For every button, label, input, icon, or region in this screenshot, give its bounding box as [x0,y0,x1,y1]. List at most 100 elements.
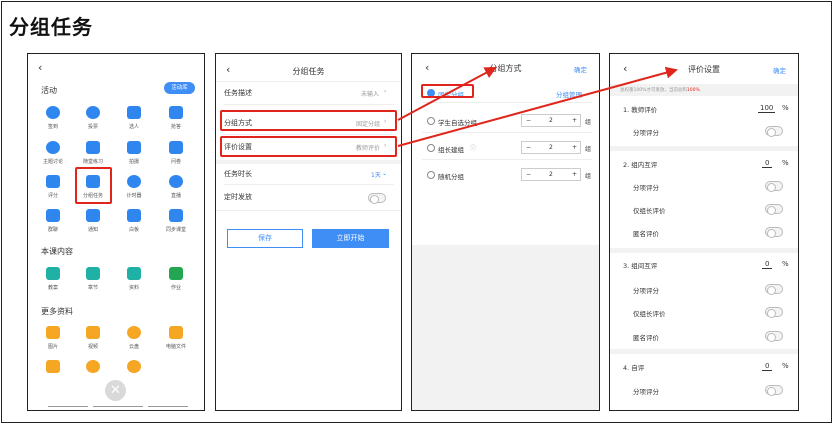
grid-item-search[interactable] [114,360,154,373]
whiteboard-icon [127,209,141,222]
play-icon [169,175,183,188]
note-icon [46,360,60,373]
grid-item-vote[interactable]: 投票 [73,106,113,130]
grid-item-group-chat[interactable]: 群聊 [33,209,73,233]
section-activities: 活动 [41,86,57,95]
pct-sign: % [782,260,789,268]
random-stepper[interactable]: −2 + [521,168,581,181]
section-lesson-content: 本课内容 [41,247,73,256]
pick-person-icon [127,106,141,119]
row-scheduled-label: 定时发放 [224,193,252,201]
leader-only-toggle[interactable] [765,307,783,318]
divider [422,102,592,103]
grid-item-image[interactable]: 图片 [33,326,73,350]
option-leader-build-label: 组长建组 [438,146,464,154]
close-button[interactable]: ✕ [105,380,126,401]
grid-item-video[interactable]: 视频 [73,326,113,350]
intra-pct-input[interactable]: 0 [762,159,773,168]
grid-item-notice[interactable]: 通知 [73,209,113,233]
option-random-label: 随机分组 [438,173,464,181]
weight-note: 总权重100%才可发放，当前总和100% [620,88,700,93]
sync-class-icon [169,209,183,222]
grid-item-sync-class[interactable]: 同步课堂 [156,209,196,233]
scheduled-toggle[interactable] [368,193,386,204]
anonymous-toggle[interactable] [765,331,783,342]
save-button[interactable]: 保存 [227,229,303,248]
phone-evaluation-settings: ‹ 评价设置 确定 总权重100%才可发放，当前总和100% 1. 教师评价 1… [609,53,799,411]
radio-leader-build[interactable] [427,144,435,152]
grid-item-materials[interactable]: 资料 [114,267,154,291]
confirm-button[interactable]: 确定 [773,65,786,75]
inter-pct-input[interactable]: 0 [762,260,773,269]
radio-random[interactable] [427,171,435,179]
grid-item-note[interactable] [33,360,73,373]
grid-item-chapter[interactable]: 章节 [73,267,113,291]
self-select-stepper[interactable]: −2 + [521,114,581,127]
group-intra-label: 2. 组内互评 [623,161,658,169]
folder-icon [127,267,141,280]
grid-item-survey[interactable]: 问卷 [156,141,196,165]
teacher-pct-input[interactable]: 100 [758,104,776,113]
home-indicator [148,406,188,407]
grid-item-score[interactable]: 评分 [33,175,73,199]
highlight-fixed-group [421,84,474,98]
grid-item-camera[interactable]: 拍摄 [114,141,154,165]
unit-label: 组 [585,146,592,153]
checkin-icon [46,106,60,119]
activity-library-button[interactable]: 活动库 [164,82,195,94]
divider [216,81,401,82]
grid-item-practice[interactable]: 随堂练习 [73,141,113,165]
grid-item-homework[interactable]: 作业 [156,267,196,291]
confirm-button[interactable]: 确定 [574,64,587,74]
survey-icon [169,141,183,154]
group-inter-label: 3. 组间互评 [623,262,658,270]
start-now-button[interactable]: 立即开始 [312,229,389,248]
speaker-icon [86,209,100,222]
grid-item-link[interactable] [73,360,113,373]
row-task-description-label: 任务描述 [224,89,252,97]
row-task-description-value[interactable]: 未输入 [361,89,379,98]
section-more-materials: 更多资料 [41,307,73,316]
grid-item-lesson-plan[interactable]: 教案 [33,267,73,291]
video-icon [86,326,100,339]
radio-self-select[interactable] [427,117,435,125]
grid-item-live[interactable]: 直播 [156,175,196,199]
timer-icon [127,175,141,188]
search-icon [127,360,141,373]
grid-item-cloud[interactable]: 云盘 [114,326,154,350]
leader-only-toggle[interactable] [765,204,783,215]
item-score-toggle[interactable] [765,385,783,396]
sub-item-label: 分项评分 [633,129,659,137]
divider [224,104,394,105]
option-self-select-label: 学生自选分组 [438,119,477,127]
item-score-toggle[interactable] [765,181,783,192]
self-pct-input[interactable]: 0 [762,362,773,371]
divider [422,159,592,160]
grid-item-checkin[interactable]: 签到 [33,106,73,130]
info-icon[interactable]: ⓘ [470,143,476,152]
grid-item-computer-file[interactable]: 电脑文件 [156,326,196,350]
microphone-icon [169,106,183,119]
grid-item-pick[interactable]: 选人 [114,106,154,130]
item-score-toggle[interactable] [765,126,783,137]
grid-item-whiteboard[interactable]: 白板 [114,209,154,233]
item-score-toggle[interactable] [765,284,783,295]
score-icon [46,175,60,188]
sub-item-label: 分项评分 [633,287,659,295]
chevron-down-icon: ⌄ [382,170,388,177]
anonymous-toggle[interactable] [765,227,783,238]
divider [224,184,394,185]
grid-item-discussion[interactable]: 主题讨论 [33,141,73,165]
highlight-group-task [75,167,112,204]
group-manage-link[interactable]: 分组管理 [556,89,582,99]
homework-icon [169,267,183,280]
chat-bubble-icon [46,141,60,154]
screen-title: 分组方式 [489,64,522,73]
chapter-icon [86,267,100,280]
back-icon[interactable]: ‹ [38,61,42,74]
row-duration-value[interactable]: 1天 [371,170,381,179]
grid-item-timer[interactable]: 计时器 [114,175,154,199]
grid-item-quick-answer[interactable]: 抢答 [156,106,196,130]
leader-build-stepper[interactable]: −2 + [521,141,581,154]
pct-sign: % [782,362,789,370]
